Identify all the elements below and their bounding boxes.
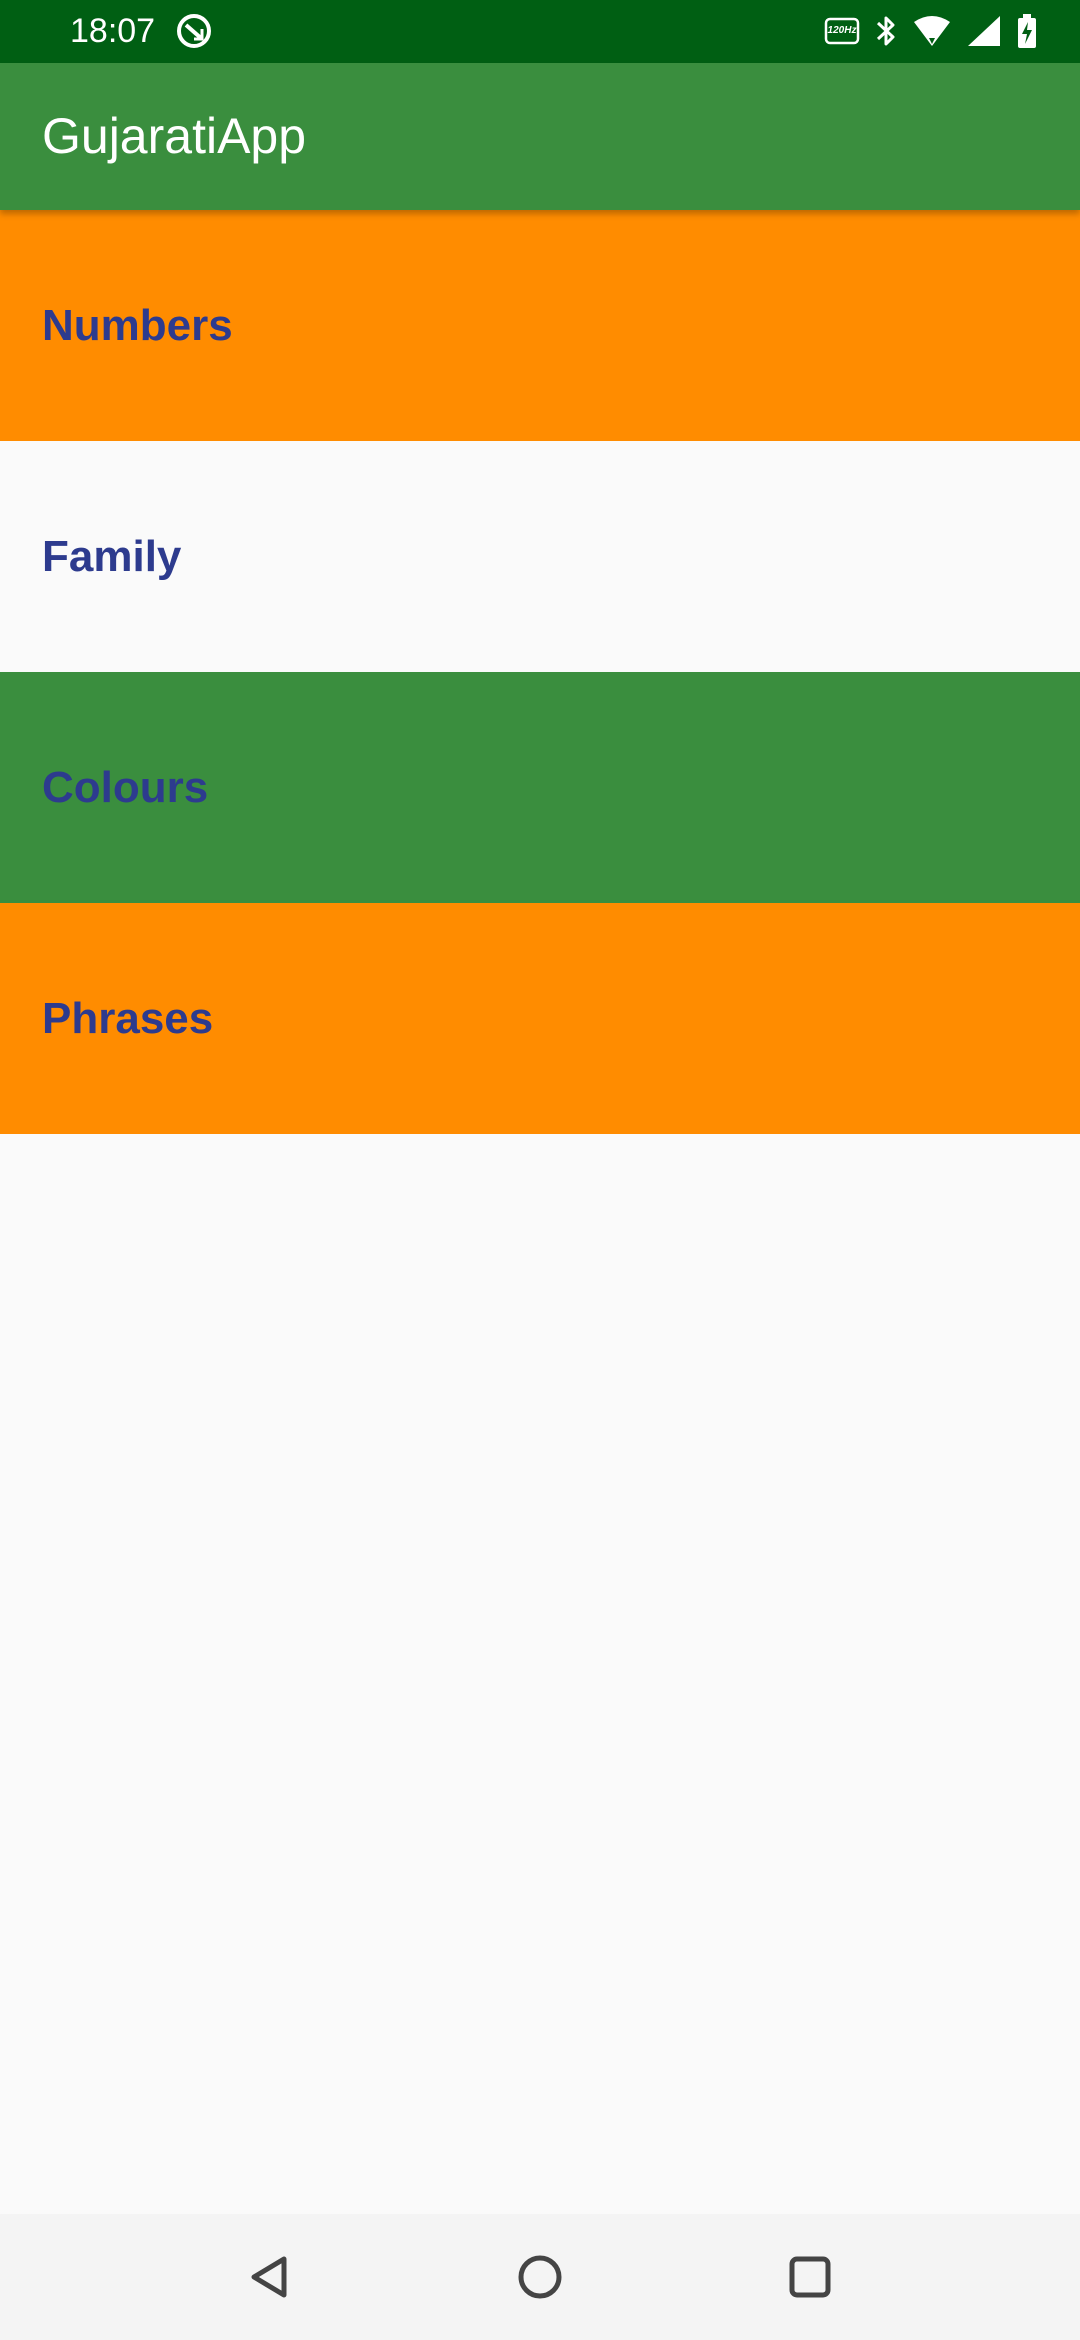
recents-icon[interactable] [780,2247,840,2307]
category-colours[interactable]: Colours [0,672,1080,903]
category-label: Colours [42,763,209,812]
app-bar: GujaratiApp [0,63,1080,210]
data-saver-icon [175,12,213,50]
category-list: Numbers Family Colours Phrases [0,210,1080,1134]
screen: 18:07 120Hz GujaratiApp Numbers Family C… [0,0,1080,2340]
status-time: 18:07 [70,12,156,50]
battery-charging-icon [1016,13,1038,49]
back-icon[interactable] [240,2247,300,2307]
status-bar: 18:07 120Hz [0,0,1080,63]
app-title: GujaratiApp [42,108,307,164]
cellular-signal-icon [966,14,1002,48]
refresh-rate-icon: 120Hz [824,16,860,46]
home-icon[interactable] [510,2247,570,2307]
wifi-icon [912,14,952,48]
category-label: Numbers [42,301,233,350]
category-label: Family [42,532,182,581]
category-phrases[interactable]: Phrases [0,903,1080,1134]
navigation-bar [0,2214,1080,2340]
category-family[interactable]: Family [0,441,1080,672]
category-label: Phrases [42,994,214,1043]
svg-text:120Hz: 120Hz [828,25,857,36]
bluetooth-icon [874,14,898,48]
status-icons: 120Hz [824,10,1038,52]
category-numbers[interactable]: Numbers [0,210,1080,441]
